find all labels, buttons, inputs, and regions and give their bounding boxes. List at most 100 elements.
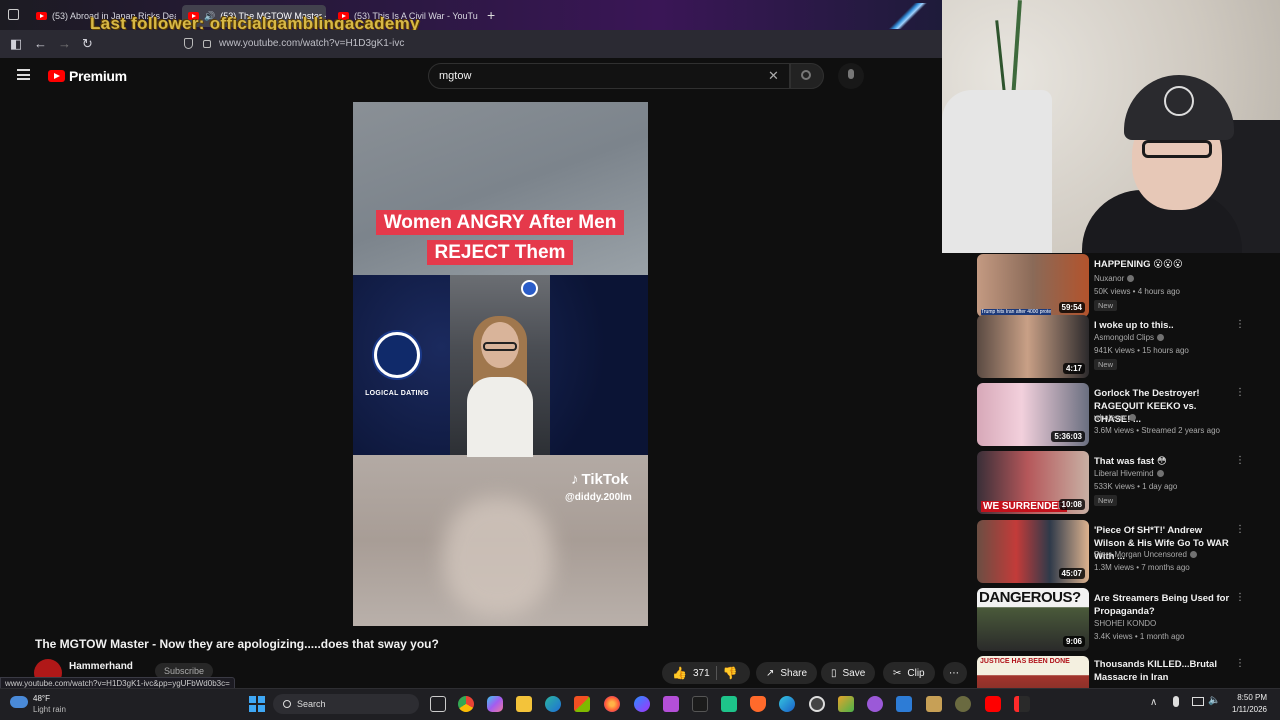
thumbs-down-icon[interactable]: 👎: [723, 666, 738, 680]
address-bar[interactable]: www.youtube.com/watch?v=H1D3gK1-ivc: [219, 38, 404, 49]
save-button[interactable]: ▯ Save: [821, 662, 876, 684]
recommendation-meta: 533K views • 1 day ago: [1094, 482, 1178, 491]
more-options-icon[interactable]: ⋮: [1235, 658, 1245, 669]
recommendation-channel[interactable]: SHOHEI KONDO: [1094, 619, 1156, 628]
windows-start-icon[interactable]: [249, 696, 265, 712]
lock-icon[interactable]: [203, 40, 211, 48]
obs-icon[interactable]: [809, 696, 825, 712]
recommendation-title[interactable]: HAPPENING 😮😮😮: [1094, 258, 1234, 271]
video-player[interactable]: Women ANGRY After Men REJECT Them LOGICA…: [353, 102, 648, 626]
blurred-figure: [443, 497, 553, 617]
pinterest-icon[interactable]: [663, 696, 679, 712]
circle-app-icon[interactable]: [955, 696, 971, 712]
recommendation-channel[interactable]: Nuxanor: [1094, 274, 1135, 283]
edge-dev-icon[interactable]: [779, 696, 795, 712]
tool-app-icon[interactable]: [926, 696, 942, 712]
chrome-icon[interactable]: [458, 696, 474, 712]
back-arrow-icon[interactable]: ←: [34, 36, 47, 51]
recommendation-item[interactable]: Trump hits Iran after 4000 protesters 59…: [977, 254, 1247, 318]
recommendation-title[interactable]: Thousands KILLED...Brutal Massacre in Ir…: [1094, 658, 1234, 684]
new-badge: New: [1094, 495, 1118, 506]
microsoft-store-icon[interactable]: [574, 696, 590, 712]
recommendation-item[interactable]: 4:17 I woke up to this.. Asmongold Clips…: [977, 315, 1247, 379]
file-explorer-icon[interactable]: [516, 696, 532, 712]
recommendation-channel[interactable]: whatever: [1094, 413, 1137, 422]
clock-date[interactable]: 1/11/2026: [1222, 705, 1267, 714]
more-options-icon[interactable]: ⋮: [1235, 592, 1245, 603]
microphone-icon[interactable]: [1173, 696, 1179, 707]
thumbnail-caption: DANGEROUS?: [979, 589, 1081, 606]
purple-app-icon[interactable]: [867, 696, 883, 712]
video-thumbnail[interactable]: JUSTICE HAS BEEN DONE: [977, 656, 1089, 688]
more-actions-button[interactable]: ⋯: [943, 662, 967, 684]
taskbar-search[interactable]: Search: [273, 694, 419, 714]
sidebar-toggle-icon[interactable]: ◧: [10, 36, 22, 52]
clear-search-icon[interactable]: ✕: [768, 68, 779, 84]
search-input[interactable]: [428, 63, 790, 89]
chat-app-icon[interactable]: [721, 696, 737, 712]
weather-widget[interactable]: [10, 693, 28, 708]
person-glasses: [483, 342, 517, 351]
video-duration: 59:54: [1058, 302, 1085, 313]
cap-emblem-icon: [1164, 86, 1194, 116]
new-tab-button[interactable]: +: [487, 7, 495, 23]
recommendation-item[interactable]: DANGEROUS? 9:06 Are Streamers Being Used…: [977, 588, 1247, 652]
volume-icon[interactable]: 🔈: [1208, 695, 1220, 706]
more-options-icon[interactable]: ⋮: [1235, 524, 1245, 535]
display-icon[interactable]: [1192, 697, 1204, 706]
reload-icon[interactable]: ↻: [82, 36, 93, 52]
more-horizontal-icon: ⋯: [949, 667, 959, 679]
more-options-icon[interactable]: ⋮: [1235, 455, 1245, 466]
copilot-icon[interactable]: [487, 696, 503, 712]
recommendation-channel[interactable]: Liberal Hivemind: [1094, 469, 1164, 478]
recommendation-item[interactable]: 45:07 'Piece Of SH*T!' Andrew Wilson & H…: [977, 520, 1247, 584]
recommendation-item[interactable]: 5:36:03 Gorlock The Destroyer! RAGEQUIT …: [977, 383, 1247, 447]
menu-icon[interactable]: [17, 69, 30, 80]
recommendation-title[interactable]: Are Streamers Being Used for Propaganda?: [1094, 592, 1234, 618]
more-options-icon[interactable]: ⋮: [1235, 319, 1245, 330]
game-app-icon[interactable]: [838, 696, 854, 712]
video-title-card: Women ANGRY After Men REJECT Them: [366, 204, 634, 272]
weather-description: Light rain: [33, 705, 66, 714]
edge-icon[interactable]: [545, 696, 561, 712]
verified-icon: [1127, 275, 1135, 283]
thumbs-up-icon[interactable]: 👍: [672, 666, 687, 680]
like-count[interactable]: 371: [693, 668, 710, 679]
tiktok-watermark: ♪ TikTok: [571, 471, 629, 488]
video-thumbnail[interactable]: 5:36:03: [977, 383, 1089, 446]
vscode-icon[interactable]: [896, 696, 912, 712]
task-view-icon[interactable]: [430, 696, 446, 712]
clip-button[interactable]: ✂ Clip: [883, 662, 935, 684]
youtube-logo[interactable]: Premium: [48, 68, 127, 84]
channel-name[interactable]: Hammerhand: [69, 661, 133, 672]
youtube-play-icon: [48, 70, 65, 82]
recommendation-channel[interactable]: Asmongold Clips: [1094, 333, 1165, 342]
youtube-favicon-icon: [36, 12, 47, 20]
share-button[interactable]: ↗ Share: [756, 662, 818, 684]
search-button[interactable]: [790, 63, 824, 89]
recommendation-title[interactable]: That was fast 😳: [1094, 455, 1234, 468]
recommendation-item[interactable]: JUSTICE HAS BEEN DONE Thousands KILLED..…: [977, 656, 1247, 688]
red-app-icon[interactable]: [1014, 696, 1030, 712]
tab-overview-icon[interactable]: [8, 9, 19, 20]
video-thumbnail[interactable]: Trump hits Iran after 4000 protesters 59…: [977, 254, 1089, 317]
recommendation-title[interactable]: I woke up to this..: [1094, 319, 1234, 332]
clock-time[interactable]: 8:50 PM: [1232, 693, 1267, 702]
forward-arrow-icon[interactable]: →: [58, 36, 71, 51]
recommendation-channel[interactable]: Piers Morgan Uncensored: [1094, 550, 1197, 559]
messenger-icon[interactable]: [634, 696, 650, 712]
youtube-app-icon[interactable]: [985, 696, 1001, 712]
video-thumbnail[interactable]: 4:17: [977, 315, 1089, 378]
video-thumbnail[interactable]: 45:07: [977, 520, 1089, 583]
shield-icon[interactable]: [184, 38, 193, 49]
more-options-icon[interactable]: ⋮: [1235, 387, 1245, 398]
new-badge: New: [1094, 359, 1118, 370]
voice-search-button[interactable]: [838, 63, 864, 89]
video-thumbnail[interactable]: WE SURRENDER 10:08: [977, 451, 1089, 514]
brave-icon[interactable]: [750, 696, 766, 712]
recommendation-item[interactable]: WE SURRENDER 10:08 That was fast 😳 Liber…: [977, 451, 1247, 515]
video-thumbnail[interactable]: DANGEROUS? 9:06: [977, 588, 1089, 651]
chevron-up-icon[interactable]: ∧: [1150, 697, 1157, 708]
firefox-icon[interactable]: [604, 696, 620, 712]
terminal-icon[interactable]: [692, 696, 708, 712]
